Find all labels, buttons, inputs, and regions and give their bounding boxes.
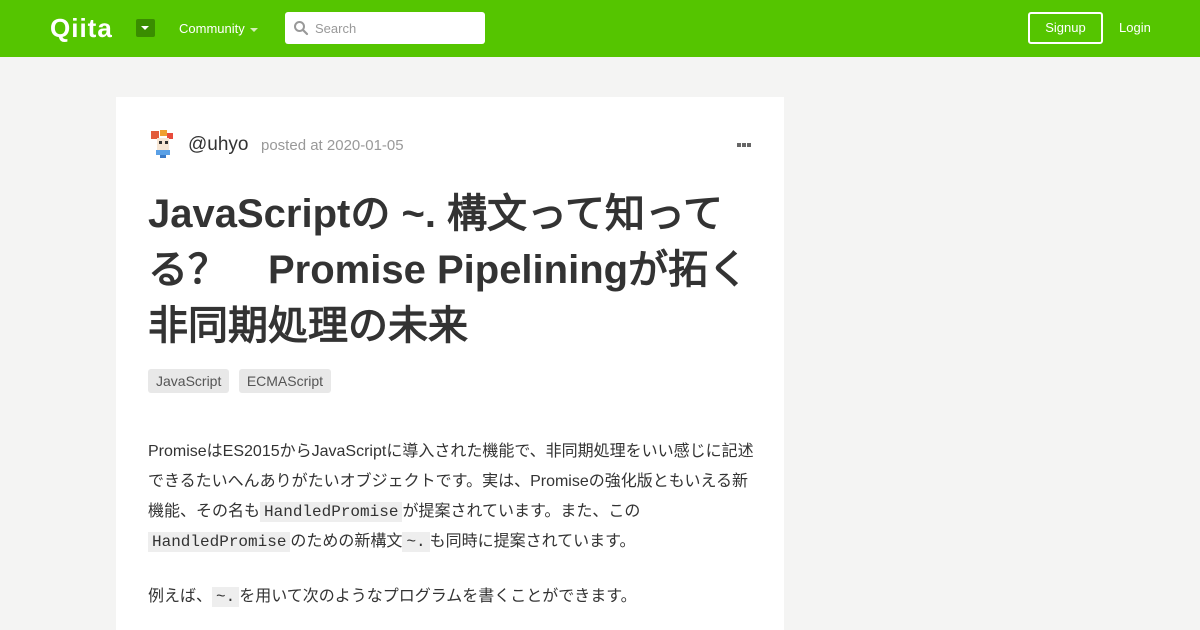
article-body: PromiseはES2015からJavaScriptに導入された機能で、非同期処…: [148, 437, 758, 630]
paragraph: PromiseはES2015からJavaScriptに導入された機能で、非同期処…: [148, 437, 758, 557]
tag-javascript[interactable]: JavaScript: [148, 369, 230, 393]
community-menu[interactable]: Community: [179, 20, 245, 38]
signup-button[interactable]: Signup: [1028, 12, 1103, 44]
article-card: @uhyo posted at 2020-01-05 JavaScriptの ~…: [116, 97, 784, 630]
logo-dropdown-caret-icon[interactable]: [136, 19, 155, 37]
inline-code: HandledPromise: [148, 532, 291, 552]
paragraph: 例えば、 ~. を用いて次のようなプログラムを書くことができます。: [148, 582, 758, 612]
qiita-logo[interactable]: Qiita: [50, 14, 113, 42]
article-title: JavaScriptの ~. 構文って知ってる？ Promise Pipelin…: [148, 192, 749, 348]
author-username[interactable]: @uhyo: [188, 134, 249, 156]
paragraph-text: が提案されています。また、この: [402, 503, 641, 520]
inline-code: ~.: [212, 587, 240, 607]
avatar[interactable]: [148, 129, 178, 159]
paragraph-text: のための新構文: [290, 533, 403, 550]
paragraph-text: を用いて次のようなプログラムを書くことができます。: [239, 588, 637, 605]
more-options-icon[interactable]: [737, 143, 752, 147]
login-link[interactable]: Login: [1119, 19, 1151, 37]
inline-code: ~.: [402, 532, 430, 552]
chevron-down-icon: [250, 28, 258, 32]
paragraph-text: も同時に提案されています。: [429, 533, 636, 550]
tag-ecmascript[interactable]: ECMAScript: [238, 369, 332, 393]
tag-list: JavaScript ECMAScript: [148, 369, 336, 393]
search-input[interactable]: [315, 18, 479, 38]
search-icon: [294, 21, 309, 36]
top-navbar: Qiita Community Signup Login: [0, 0, 1200, 57]
posted-date: posted at 2020-01-05: [261, 137, 404, 154]
paragraph-text: 例えば、: [148, 588, 213, 605]
search-box: [285, 12, 485, 44]
inline-code: HandledPromise: [260, 502, 403, 522]
